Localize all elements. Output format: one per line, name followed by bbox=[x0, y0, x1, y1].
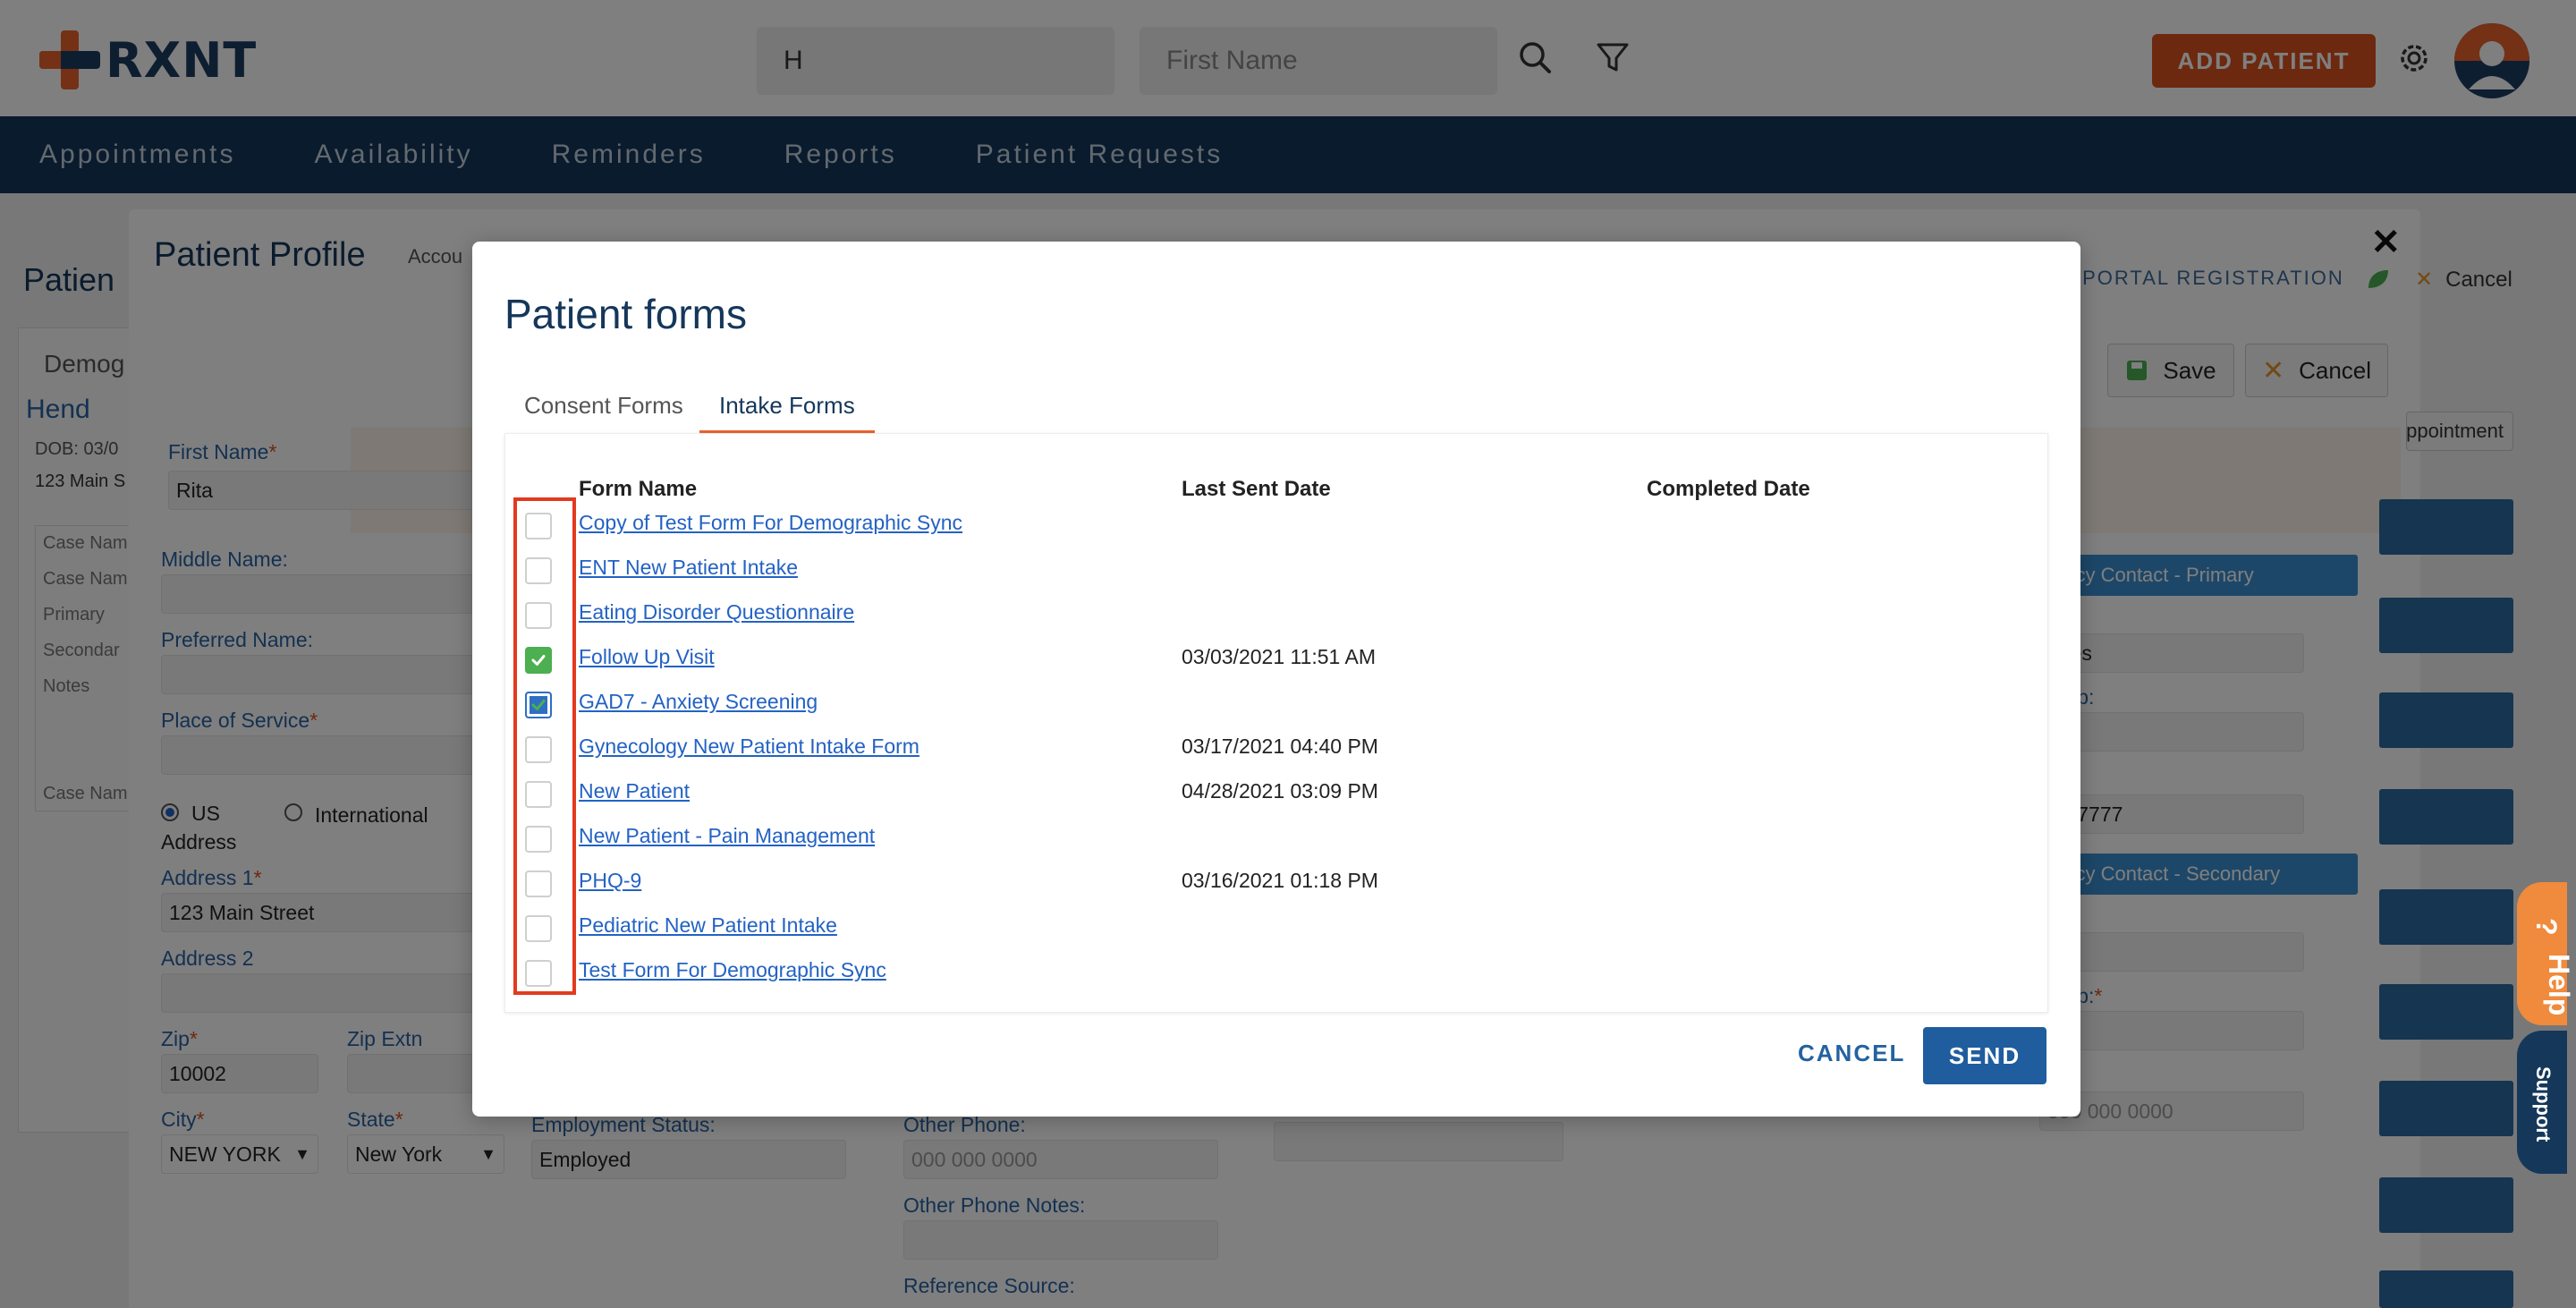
last-sent-date: 03/03/2021 11:51 AM bbox=[1182, 645, 1376, 668]
form-name-link[interactable]: Test Form For Demographic Sync bbox=[579, 958, 886, 982]
form-name-link[interactable]: ENT New Patient Intake bbox=[579, 556, 798, 580]
last-sent-date: 04/28/2021 03:09 PM bbox=[1182, 779, 1378, 803]
tab-intake-forms[interactable]: Intake Forms bbox=[699, 392, 875, 433]
table-row: GAD7 - Anxiety Screening bbox=[505, 683, 2049, 727]
table-row: Gynecology New Patient Intake Form 03/17/… bbox=[505, 727, 2049, 772]
last-sent-date: 03/17/2021 04:40 PM bbox=[1182, 735, 1378, 758]
column-header-completed: Completed Date bbox=[1647, 477, 1810, 501]
column-header-form-name: Form Name bbox=[579, 477, 698, 501]
form-name-link[interactable]: Pediatric New Patient Intake bbox=[579, 913, 837, 938]
form-name-link[interactable]: PHQ-9 bbox=[579, 869, 641, 893]
table-row: ENT New Patient Intake bbox=[505, 548, 2049, 593]
table-row: New Patient 04/28/2021 03:09 PM bbox=[505, 772, 2049, 817]
help-label-text: Help bbox=[2543, 954, 2575, 1016]
patient-forms-title: Patient forms bbox=[504, 291, 747, 337]
last-sent-date: 03/16/2021 01:18 PM bbox=[1182, 869, 1378, 892]
table-row: Eating Disorder Questionnaire bbox=[505, 593, 2049, 638]
send-button[interactable]: SEND bbox=[1923, 1027, 2046, 1084]
form-name-link[interactable]: GAD7 - Anxiety Screening bbox=[579, 690, 818, 714]
tab-consent-forms[interactable]: Consent Forms bbox=[524, 392, 683, 430]
cancel-button[interactable]: CANCEL bbox=[1798, 1040, 1905, 1067]
form-name-link[interactable]: New Patient - Pain Management bbox=[579, 824, 875, 848]
table-row: Follow Up Visit 03/03/2021 11:51 AM bbox=[505, 638, 2049, 683]
patient-forms-modal: Patient forms Consent Forms Intake Forms… bbox=[472, 242, 2080, 1117]
table-row: PHQ-9 03/16/2021 01:18 PM bbox=[505, 862, 2049, 906]
table-row: Copy of Test Form For Demographic Sync bbox=[505, 504, 2049, 548]
help-tab[interactable]: ? Help bbox=[2517, 882, 2575, 1025]
table-row: Pediatric New Patient Intake bbox=[505, 906, 2049, 951]
form-name-link[interactable]: Gynecology New Patient Intake Form bbox=[579, 735, 919, 759]
checkbox-highlight-box bbox=[513, 497, 576, 995]
form-name-link[interactable]: Eating Disorder Questionnaire bbox=[579, 600, 854, 624]
column-header-last-sent: Last Sent Date bbox=[1182, 477, 1331, 501]
table-row: New Patient - Pain Management bbox=[505, 817, 2049, 862]
help-label: ? Help bbox=[2530, 918, 2575, 1016]
form-name-link[interactable]: Copy of Test Form For Demographic Sync bbox=[579, 511, 962, 535]
support-tab[interactable]: Support bbox=[2517, 1031, 2567, 1174]
form-name-link[interactable]: Follow Up Visit bbox=[579, 645, 715, 669]
support-label: Support bbox=[2532, 1066, 2555, 1142]
intake-forms-table: Form Name Last Sent Date Completed Date … bbox=[504, 433, 2048, 1013]
table-row: Test Form For Demographic Sync bbox=[505, 951, 2049, 996]
form-name-link[interactable]: New Patient bbox=[579, 779, 690, 803]
